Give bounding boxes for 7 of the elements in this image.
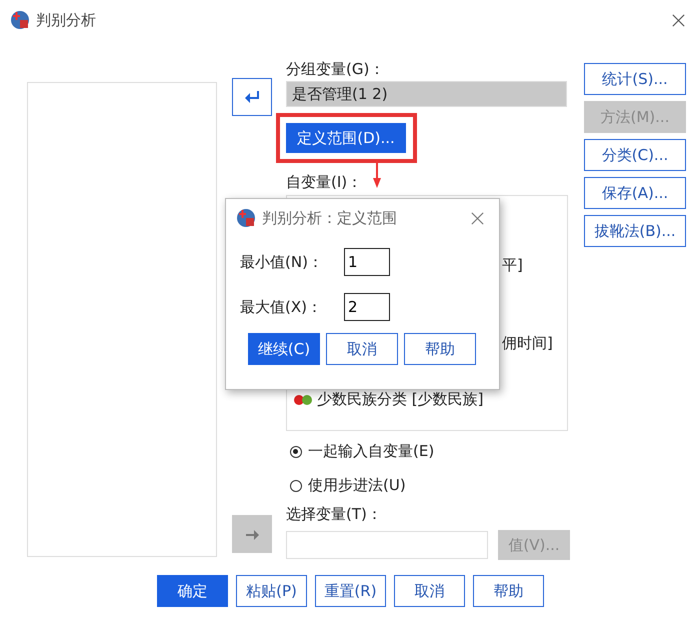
selection-variable-label: 选择变量(T)：	[286, 504, 382, 525]
window-title: 判别分析	[36, 10, 97, 30]
dialog-title: 判别分析：定义范围	[262, 208, 398, 228]
independent-variables-label: 自变量(I)：	[286, 173, 362, 194]
field-label: 最小值(N)：	[240, 252, 324, 272]
field-label: 最大值(X)：	[240, 298, 323, 316]
grouping-variable-label: 分组变量(G)：	[286, 60, 384, 80]
